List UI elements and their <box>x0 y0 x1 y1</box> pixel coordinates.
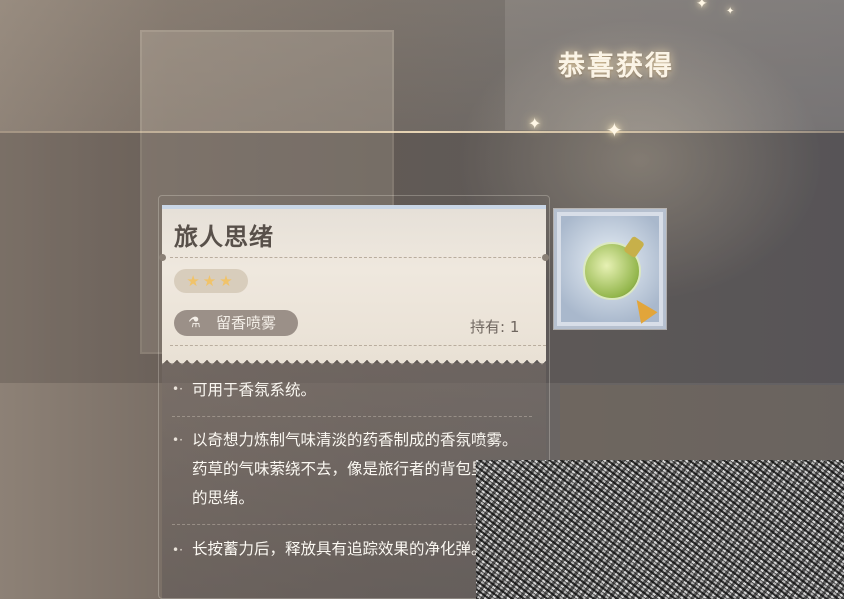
divider <box>170 257 546 258</box>
bullet-icon: •· <box>172 382 183 396</box>
divider-line <box>0 131 844 133</box>
item-icon-background <box>561 216 659 324</box>
cursor-icon <box>628 294 658 324</box>
separator <box>172 416 532 417</box>
item-type-label: 留香喷雾 <box>216 314 277 332</box>
flask-icon: ⚗ <box>188 315 201 331</box>
sparkle-icon: ✦ <box>696 0 708 12</box>
page-title: 恭喜获得 <box>558 51 674 82</box>
sparkle-icon: ✦ <box>606 118 623 142</box>
owned-count: 持有: 1 <box>470 316 519 337</box>
divider <box>170 345 546 346</box>
noise-overlay <box>476 460 844 599</box>
rarity-stars: ★★★ <box>174 269 248 293</box>
owned-label: 持有: <box>470 318 506 336</box>
divider-dot <box>542 254 549 261</box>
sparkle-icon: ✦ <box>726 6 735 17</box>
item-name: 旅人思绪 <box>174 223 274 251</box>
item-type-badge: ⚗ 留香喷雾 <box>174 310 298 336</box>
item-slot[interactable] <box>554 209 666 329</box>
sparkle-icon: ✦ <box>528 114 542 133</box>
bullet-icon: •· <box>172 433 183 447</box>
background-shelf <box>560 385 844 465</box>
divider-dot <box>159 254 166 261</box>
bullet-icon: •· <box>172 543 183 557</box>
owned-value: 1 <box>509 318 520 336</box>
description-line: 可用于香氛系统。 <box>192 381 317 399</box>
